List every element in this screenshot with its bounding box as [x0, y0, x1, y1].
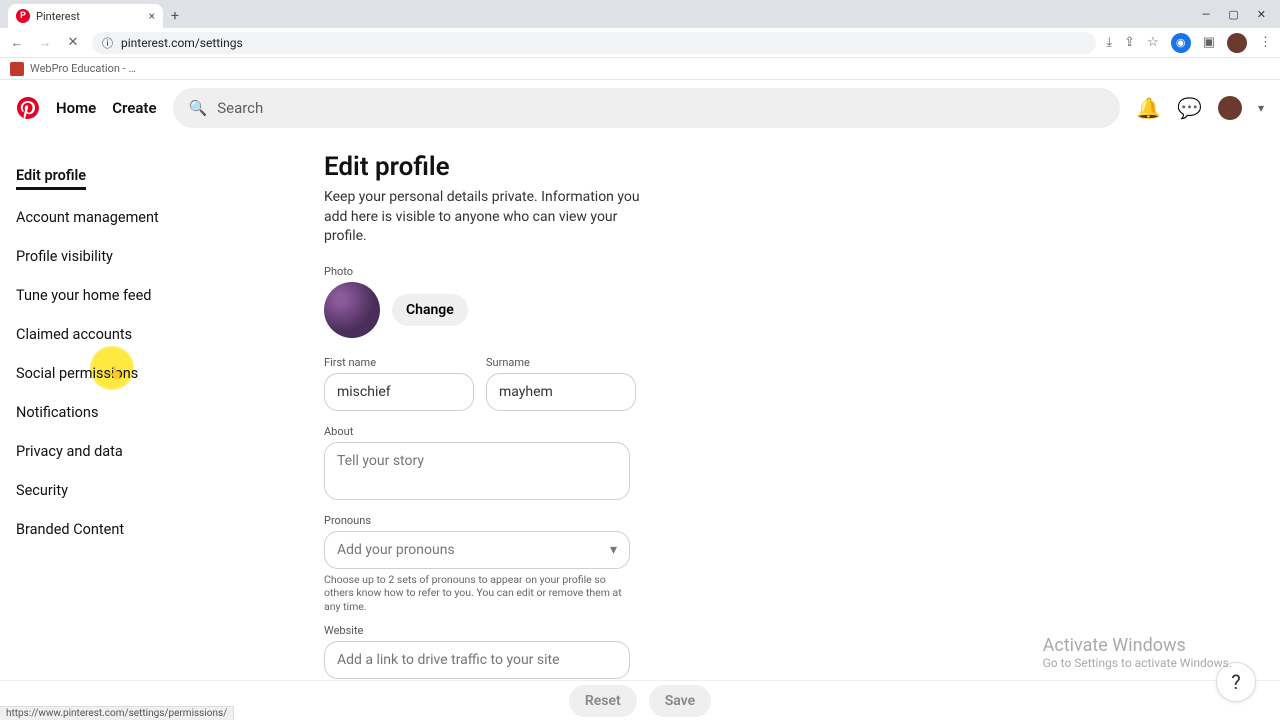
nav-home[interactable]: Home — [56, 99, 96, 117]
extensions-icon[interactable]: ◉ — [1171, 33, 1191, 53]
profile-avatar[interactable] — [1218, 96, 1242, 120]
photo-label: Photo — [324, 265, 940, 278]
page-subtitle: Keep your personal details private. Info… — [324, 188, 644, 247]
about-label: About — [324, 425, 940, 438]
sidebar-item-privacy-data[interactable]: Privacy and data — [16, 436, 123, 467]
reset-button[interactable]: Reset — [569, 685, 637, 717]
pronouns-label: Pronouns — [324, 514, 940, 527]
sidebar-item-edit-profile[interactable]: Edit profile — [16, 160, 86, 190]
sidebar-item-account-management[interactable]: Account management — [16, 202, 159, 233]
sidebar-item-security[interactable]: Security — [16, 475, 68, 506]
maximize-icon[interactable]: ▢ — [1228, 8, 1238, 21]
share-icon[interactable]: ⇪ — [1124, 35, 1135, 50]
bookmark-item[interactable]: WebPro Education - … — [30, 62, 136, 75]
reload-icon[interactable]: ✕ — [64, 35, 82, 50]
status-bar-url: https://www.pinterest.com/settings/permi… — [0, 706, 234, 720]
sidebar-item-profile-visibility[interactable]: Profile visibility — [16, 241, 113, 272]
search-icon: 🔍 — [189, 99, 208, 117]
help-fab[interactable]: ? — [1216, 662, 1256, 702]
pinterest-favicon: P — [16, 9, 30, 23]
profile-photo — [324, 282, 380, 338]
bookmark-star-icon[interactable]: ☆ — [1147, 35, 1159, 50]
sidebar-item-tune-home-feed[interactable]: Tune your home feed — [16, 280, 151, 311]
browser-menu-icon[interactable]: ⋮ — [1259, 35, 1272, 50]
sidebar-item-notifications[interactable]: Notifications — [16, 397, 98, 428]
about-textarea[interactable] — [324, 442, 630, 500]
sidebar-item-claimed-accounts[interactable]: Claimed accounts — [16, 319, 132, 350]
install-app-icon[interactable]: ⤓ — [1106, 35, 1112, 50]
search-placeholder: Search — [217, 99, 263, 117]
browser-tab[interactable]: P Pinterest × — [8, 4, 163, 28]
close-window-icon[interactable]: ✕ — [1257, 8, 1266, 21]
close-tab-icon[interactable]: × — [149, 9, 155, 23]
chevron-down-icon: ▾ — [610, 542, 617, 558]
pronouns-help: Choose up to 2 sets of pronouns to appea… — [324, 573, 630, 614]
url-text: pinterest.com/settings — [121, 36, 243, 50]
save-button[interactable]: Save — [649, 685, 711, 717]
nav-create[interactable]: Create — [112, 99, 156, 117]
change-photo-button[interactable]: Change — [392, 294, 468, 326]
website-label: Website — [324, 624, 940, 637]
minimize-icon[interactable]: — — [1202, 8, 1211, 21]
search-input[interactable]: 🔍 Search — [173, 88, 1121, 128]
notifications-icon[interactable]: 🔔 — [1136, 96, 1161, 120]
browser-profile-avatar[interactable] — [1227, 33, 1247, 53]
surname-label: Surname — [486, 356, 636, 369]
sidepanel-icon[interactable]: ▣ — [1203, 35, 1215, 50]
pronouns-placeholder: Add your pronouns — [337, 542, 455, 558]
first-name-input[interactable] — [324, 373, 474, 411]
surname-input[interactable] — [486, 373, 636, 411]
back-icon[interactable]: ← — [8, 35, 26, 51]
bookmark-favicon — [10, 62, 24, 76]
first-name-label: First name — [324, 356, 474, 369]
page-title: Edit profile — [324, 152, 940, 182]
sidebar-item-branded-content[interactable]: Branded Content — [16, 514, 124, 545]
messages-icon[interactable]: 💬 — [1177, 96, 1202, 120]
website-input[interactable] — [324, 641, 630, 679]
account-menu-chevron-icon[interactable]: ▾ — [1258, 101, 1264, 115]
sidebar-item-social-permissions[interactable]: Social permissions — [16, 358, 138, 389]
forward-icon[interactable]: → — [36, 35, 54, 51]
pinterest-logo[interactable] — [16, 96, 40, 120]
address-bar[interactable]: ⓘ pinterest.com/settings — [92, 32, 1096, 54]
new-tab-button[interactable]: + — [163, 4, 187, 28]
tab-title: Pinterest — [36, 10, 80, 23]
site-info-icon[interactable]: ⓘ — [102, 35, 113, 51]
pronouns-select[interactable]: Add your pronouns ▾ — [324, 531, 630, 569]
